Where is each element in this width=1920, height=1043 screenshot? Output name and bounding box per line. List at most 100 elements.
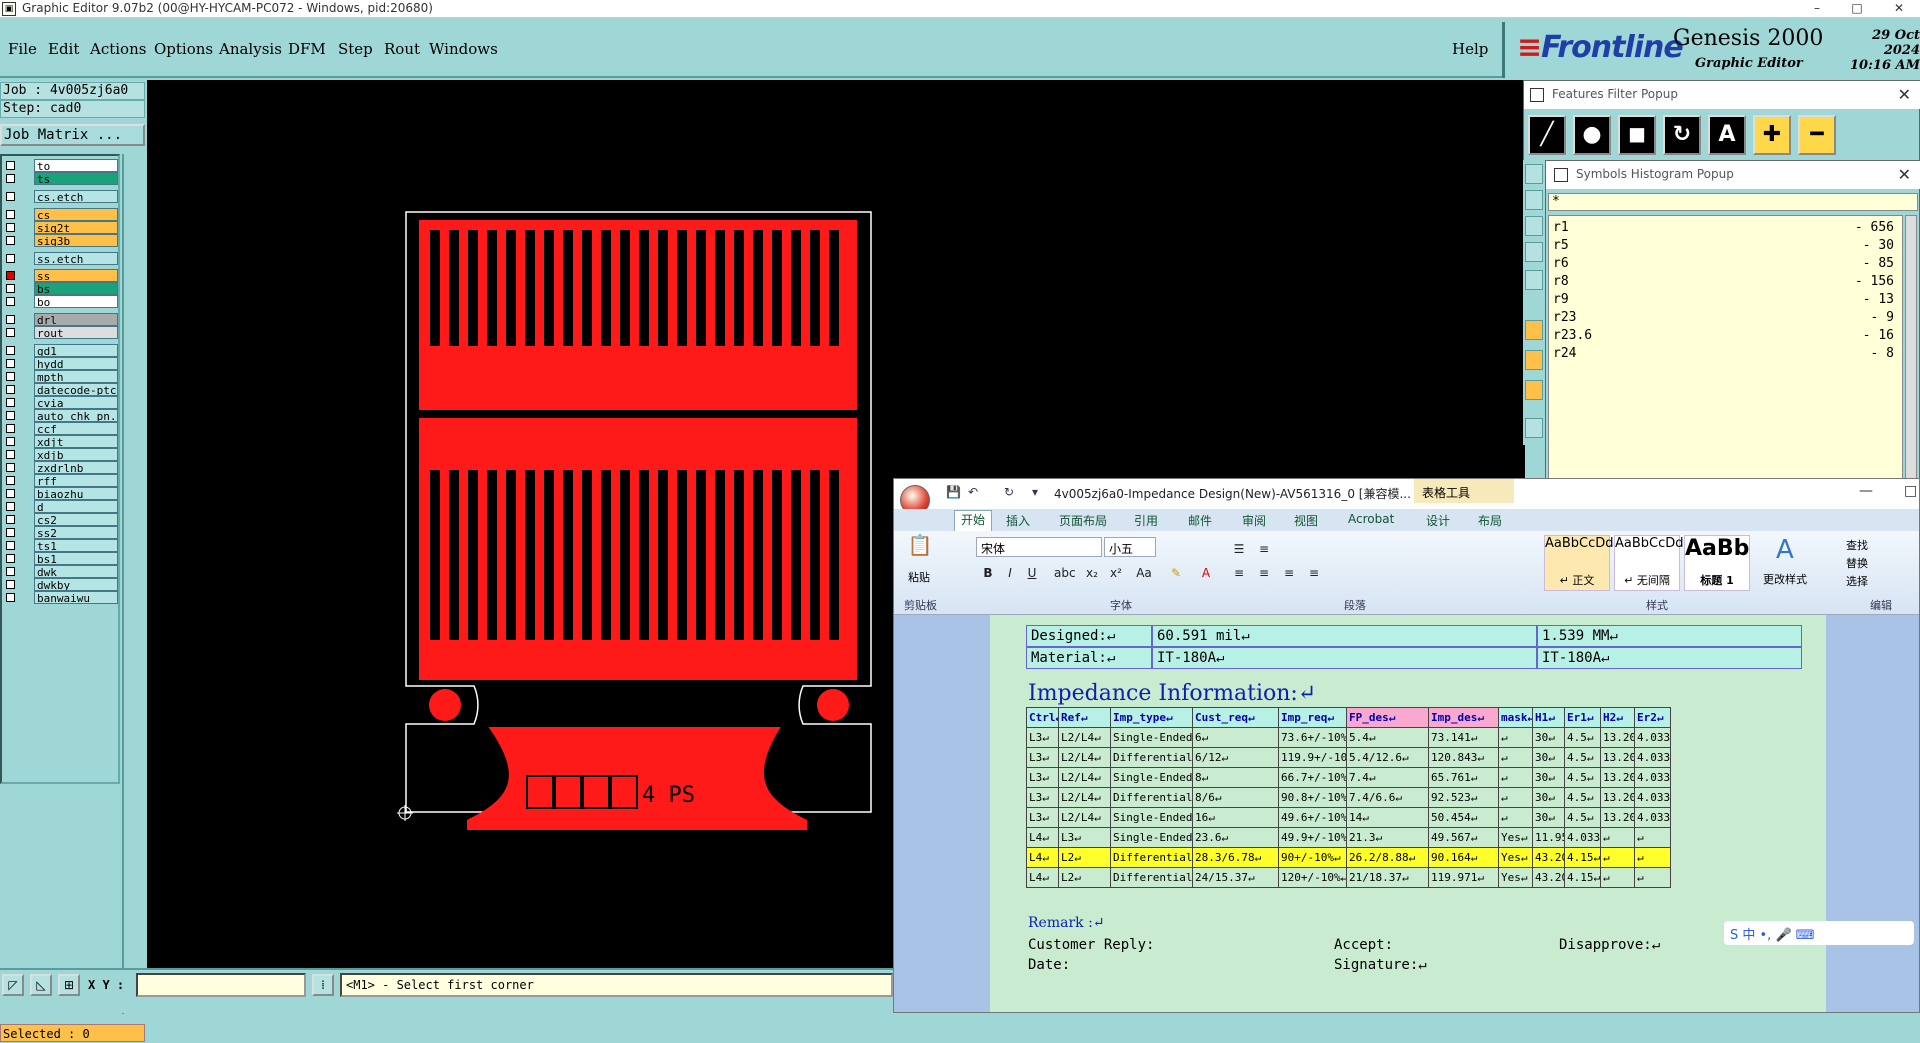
symbol-row[interactable]: r8 - 156 — [1553, 274, 1898, 292]
layer-name[interactable]: ss.etch — [34, 252, 118, 265]
symbol-row[interactable]: r9 - 13 — [1553, 292, 1898, 310]
table-cell[interactable]: 49.9+/-10%↵ — [1278, 827, 1347, 848]
table-cell[interactable]: 6/12↵ — [1192, 747, 1279, 768]
table-cell[interactable]: 21.3↵ — [1346, 827, 1429, 848]
paste-icon[interactable]: 📋 — [906, 535, 934, 563]
table-cell[interactable]: L3↵ — [1026, 727, 1059, 748]
layer-name[interactable]: drl — [34, 313, 118, 326]
layer-checkbox[interactable] — [6, 372, 15, 381]
layer-name[interactable]: datecode-ptc — [34, 383, 118, 396]
word-maximize-button[interactable]: □ — [1904, 483, 1917, 499]
word-minimize-button[interactable]: — — [1859, 483, 1873, 499]
quick-access-menu-icon[interactable]: ▾ — [1032, 485, 1038, 499]
tab-page-layout[interactable]: 页面布局 — [1059, 512, 1107, 529]
layer-checkbox[interactable] — [6, 411, 15, 420]
layer-row-ss[interactable]: ss — [4, 269, 118, 282]
save-icon[interactable]: 💾 — [946, 485, 961, 499]
document-area[interactable]: Designed:↵ 60.591 mil↵ 1.539 MM↵ Materia… — [894, 615, 1919, 1012]
table-cell[interactable]: Single-Ended↵ — [1110, 767, 1193, 788]
menu-edit[interactable]: Edit — [48, 40, 79, 58]
table-cell[interactable]: 119.971↵ — [1428, 867, 1499, 888]
layer-name[interactable]: bs1 — [34, 552, 118, 565]
menu-options[interactable]: Options — [154, 40, 213, 58]
layer-checkbox[interactable] — [6, 515, 15, 524]
symbol-row[interactable]: r5 - 30 — [1553, 238, 1898, 256]
negative-filter-icon[interactable]: ━ — [1798, 115, 1836, 155]
change-styles-icon[interactable]: A — [1776, 535, 1794, 565]
justify-icon[interactable]: ≡ — [1304, 563, 1324, 583]
superscript-icon[interactable]: x² — [1106, 563, 1126, 583]
layer-row-bs1[interactable]: bs1 — [4, 552, 118, 565]
layer-row-cs[interactable]: cs — [4, 208, 118, 221]
table-cell[interactable]: 13.202 — [1600, 727, 1635, 748]
layer-checkbox[interactable] — [6, 210, 15, 219]
font-name-select[interactable]: 宋体 — [976, 537, 1102, 557]
arc-filter-icon[interactable]: ↻ — [1663, 115, 1701, 155]
layer-checkbox[interactable] — [6, 437, 15, 446]
layer-checkbox[interactable] — [6, 476, 15, 485]
table-cell[interactable]: ↵ — [1600, 847, 1635, 868]
snap-toggle-icon[interactable]: ⁞ — [312, 974, 334, 996]
menu-file[interactable]: File — [8, 40, 37, 58]
layer-checkbox[interactable] — [6, 424, 15, 433]
side-tool-4[interactable] — [1525, 242, 1543, 262]
layer-checkbox[interactable] — [6, 359, 15, 368]
layer-checkbox[interactable] — [6, 593, 15, 602]
table-cell[interactable]: 120+/-10%↵ — [1278, 867, 1347, 888]
layer-name[interactable]: dwk — [34, 565, 118, 578]
layer-name[interactable]: cvia — [34, 396, 118, 409]
layer-name[interactable]: xdjb — [34, 448, 118, 461]
layer-row-ss2[interactable]: ss2 — [4, 526, 118, 539]
line-filter-icon[interactable]: ╱ — [1528, 115, 1566, 155]
zoom-tool-icon[interactable]: ◸ — [2, 974, 24, 996]
table-cell[interactable]: 49.567↵ — [1428, 827, 1499, 848]
layer-row-hydd[interactable]: hydd — [4, 357, 118, 370]
layer-name[interactable]: mpth — [34, 370, 118, 383]
menu-help[interactable]: Help — [1452, 40, 1488, 58]
layer-row-cs.etch[interactable]: cs.etch — [4, 190, 118, 203]
table-cell[interactable]: 13.202 — [1600, 807, 1635, 828]
table-cell[interactable]: 120.843↵ — [1428, 747, 1499, 768]
layer-row-sig2t[interactable]: sig2t — [4, 221, 118, 234]
tab-layout[interactable]: 布局 — [1478, 512, 1502, 529]
table-cell[interactable]: 26.2/8.88↵ — [1346, 847, 1429, 868]
bold-icon[interactable]: B — [978, 563, 998, 583]
side-tool-5[interactable] — [1525, 270, 1543, 290]
layer-checkbox[interactable] — [6, 502, 15, 511]
layer-name[interactable]: sig3b — [34, 234, 118, 247]
table-cell[interactable]: L3↵ — [1058, 827, 1111, 848]
layer-checkbox[interactable] — [6, 236, 15, 245]
layer-name[interactable]: banwaiwu — [34, 591, 118, 604]
layer-row-cs2[interactable]: cs2 — [4, 513, 118, 526]
side-tool-6[interactable] — [1525, 320, 1543, 340]
table-cell[interactable]: ↵ — [1634, 827, 1671, 848]
maximize-button[interactable]: □ — [1840, 0, 1874, 18]
layer-name[interactable]: ts — [34, 172, 118, 185]
layer-name[interactable]: cs2 — [34, 513, 118, 526]
change-case-icon[interactable]: Aa — [1134, 563, 1154, 583]
table-cell[interactable]: 8↵ — [1192, 767, 1279, 788]
table-cell[interactable]: 23.6↵ — [1192, 827, 1279, 848]
layer-row-zxdrlnb[interactable]: zxdrlnb — [4, 461, 118, 474]
symbol-row[interactable]: r24 - 8 — [1553, 346, 1898, 364]
font-color-icon[interactable]: A — [1196, 563, 1216, 583]
table-cell[interactable]: ↵ — [1498, 727, 1533, 748]
layer-row-sig3b[interactable]: sig3b — [4, 234, 118, 247]
table-cell[interactable]: Differential↵ — [1110, 867, 1193, 888]
layer-checkbox[interactable] — [6, 385, 15, 394]
table-cell[interactable]: Yes↵ — [1498, 847, 1533, 868]
table-cell[interactable]: 30↵ — [1532, 767, 1565, 788]
layer-row-mpth[interactable]: mpth — [4, 370, 118, 383]
layer-row-xdjt[interactable]: xdjt — [4, 435, 118, 448]
table-cell[interactable]: 13.202 — [1600, 747, 1635, 768]
table-cell[interactable]: L3↵ — [1026, 787, 1059, 808]
table-cell[interactable]: 4.033↵ — [1634, 787, 1671, 808]
table-cell[interactable]: ↵ — [1498, 787, 1533, 808]
measure-tool-icon[interactable]: ◺ — [30, 974, 52, 996]
layer-checkbox[interactable] — [6, 528, 15, 537]
layer-row-dwk[interactable]: dwk — [4, 565, 118, 578]
table-cell[interactable]: L2↵ — [1058, 867, 1111, 888]
table-cell[interactable]: 4.15↵ — [1564, 867, 1601, 888]
layer-name[interactable]: dwkby — [34, 578, 118, 591]
grid-tool-icon[interactable]: ⊞ — [58, 974, 80, 996]
